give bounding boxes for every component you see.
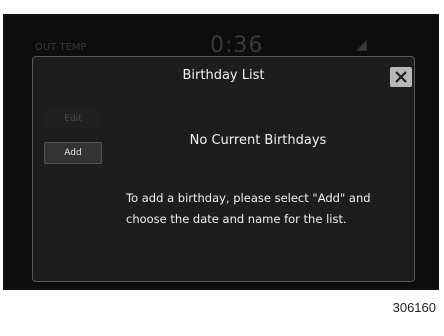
head-unit-screen: OUT TEMP 0:36 ◢ Birthday List Edit Add N… [5, 16, 437, 288]
outside-temp-label: OUT TEMP [35, 42, 87, 53]
figure-number: 306160 [392, 300, 436, 315]
edit-button[interactable]: Edit [44, 109, 102, 129]
signal-icon: ◢ [356, 37, 367, 53]
help-text-line2: choose the date and name for the list. [126, 212, 347, 226]
status-bar: OUT TEMP 0:36 ◢ [5, 16, 437, 58]
empty-list-message: No Current Birthdays [189, 133, 327, 148]
close-icon [395, 71, 407, 83]
dialog-title: Birthday List [182, 68, 265, 83]
birthday-list-dialog: Birthday List Edit Add No Current Birthd… [32, 56, 415, 282]
clock: 0:36 [210, 33, 264, 58]
help-text: To add a birthday, please select "Add" a… [126, 188, 416, 230]
help-text-line1: To add a birthday, please select "Add" a… [126, 191, 371, 205]
close-button[interactable] [390, 67, 412, 87]
